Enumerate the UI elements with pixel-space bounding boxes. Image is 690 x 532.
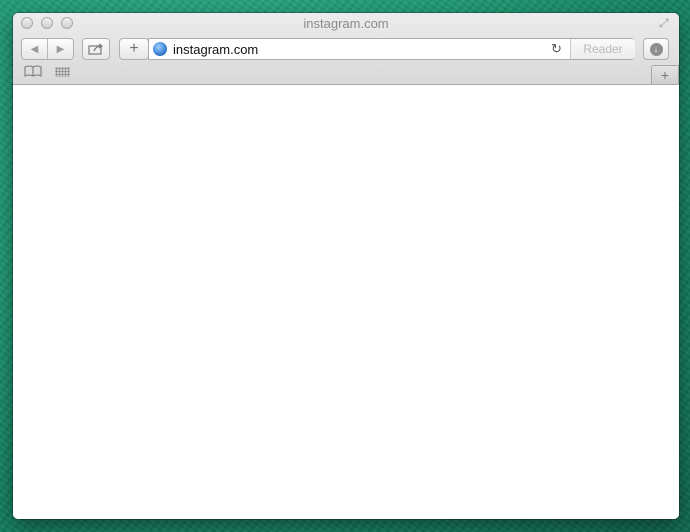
top-sites-icon[interactable] (55, 67, 70, 77)
reader-button[interactable]: Reader (570, 39, 635, 59)
browser-window: instagram.com ⤢ ◀ ▶ + instagram.com ↻ Re… (13, 13, 679, 519)
titlebar: instagram.com ⤢ ◀ ▶ + instagram.com ↻ Re… (13, 13, 679, 85)
add-bookmark-button[interactable]: + (119, 38, 149, 60)
globe-icon (153, 42, 167, 56)
window-title: instagram.com (303, 16, 389, 31)
back-forward-buttons: ◀ ▶ (21, 38, 74, 60)
book-icon (24, 65, 42, 77)
page-content[interactable] (13, 85, 679, 519)
back-button[interactable]: ◀ (22, 44, 47, 55)
share-icon (88, 43, 104, 55)
download-icon: ↓ (649, 42, 663, 56)
new-tab-button[interactable]: + (651, 65, 679, 84)
url-field[interactable]: instagram.com (173, 42, 258, 57)
address-bar[interactable]: instagram.com ↻ Reader (148, 38, 635, 60)
fullscreen-icon[interactable]: ⤢ (659, 16, 673, 30)
downloads-button[interactable]: ↓ (643, 38, 669, 60)
share-button[interactable] (82, 38, 110, 60)
reload-icon[interactable]: ↻ (551, 41, 562, 57)
forward-button[interactable]: ▶ (48, 44, 73, 55)
bookmarks-icon[interactable] (24, 64, 42, 80)
